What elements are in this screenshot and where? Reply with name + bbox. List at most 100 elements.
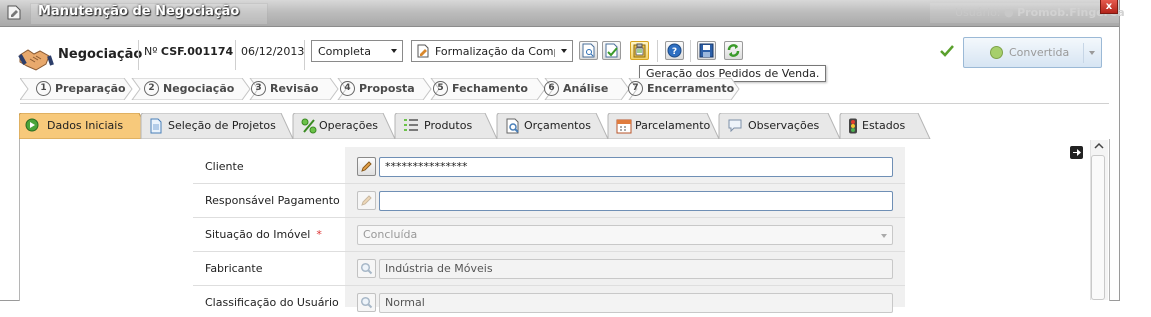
step-label: Proposta [359,82,415,95]
step-analise[interactable]: 6 Análise [544,78,608,100]
situacao-label: Situação do Imóvel * [205,228,322,241]
cliente-edit-button[interactable] [357,157,376,176]
approve-document-button[interactable] [602,41,621,60]
step-label: Negociação [163,82,235,95]
step-label: Revisão [270,82,319,95]
check-icon [940,45,954,57]
step-negociacao[interactable]: 2 Negociação [144,78,234,100]
divider [1083,43,1084,63]
number-value: CSF.001174 [160,45,234,58]
phase-select[interactable]: Formalização da Comp [411,40,573,62]
tab-label: Estados [862,119,906,132]
check-circle-icon [990,46,1003,59]
step-number: 2 [144,81,159,96]
user-icon: ● [1004,6,1014,19]
divider [193,285,905,286]
responsavel-input[interactable] [379,191,893,211]
tab-produtos[interactable]: Produtos [397,113,493,139]
document-check-icon [605,43,618,58]
classificacao-label: Classificação do Usuário [205,296,339,309]
scrollbar-thumb[interactable] [1091,155,1105,300]
step-number: 3 [251,81,266,96]
divider [20,103,1109,104]
chevron-down-icon [881,234,887,238]
tab-dados-iniciais[interactable]: Dados Iniciais [19,113,149,139]
situacao-label-text: Situação do Imóvel [205,228,311,241]
divider [304,40,305,70]
fabricante-search-button[interactable] [357,259,376,278]
handshake-icon [18,49,54,71]
preview-document-button[interactable] [579,41,598,60]
refresh-button[interactable] [724,41,743,60]
speech-bubble-icon [728,119,742,132]
tab-label: Orçamentos [524,119,591,132]
list-icon [404,119,418,131]
step-label: Fechamento [452,82,528,95]
convert-status-button[interactable]: Convertida [963,37,1102,68]
number-prefix: Nº [144,45,158,58]
window-document-icon [7,5,21,20]
save-icon [699,43,714,58]
arrow-right-icon [1073,149,1081,156]
tab-label: Dados Iniciais [47,119,124,132]
tab-selecao-de-projetos[interactable]: Seleção de Projetos [143,113,289,139]
tab-operacoes[interactable]: Operações [295,113,391,139]
step-preparacao[interactable]: 1 Preparação [36,78,126,100]
convert-status-label: Convertida [1009,46,1070,59]
percent-icon [301,118,317,134]
phase-select-value: Formalização da Comp [435,45,555,58]
tab-label: Produtos [424,119,473,132]
situacao-select[interactable]: Concluída [357,225,893,245]
step-number: 4 [340,81,355,96]
chevron-down-icon [1089,51,1095,55]
user-label: Usuário: [955,6,1001,19]
step-encerramento[interactable]: 7 Encerramento [628,78,734,100]
responsavel-label: Responsável Pagamento [205,194,340,207]
step-proposta[interactable]: 4 Proposta [340,78,415,100]
search-icon [360,296,373,309]
expand-panel-button[interactable] [1070,146,1083,159]
mode-select[interactable]: Completa [311,40,403,62]
step-revisao[interactable]: 3 Revisão [251,78,318,100]
step-label: Preparação [55,82,126,95]
generate-sales-orders-button[interactable] [630,41,649,60]
situacao-select-value: Concluída [363,228,418,241]
magnifier-document-icon [506,118,519,134]
document-pen-icon [417,44,429,58]
tab-orcamentos[interactable]: Orçamentos [499,113,605,139]
step-number: 6 [544,81,559,96]
document-icon [150,118,162,134]
tab-label: Parcelamento [635,119,711,132]
refresh-icon [727,44,740,57]
help-button[interactable]: ? [665,41,684,60]
cliente-input[interactable]: *************** [379,157,893,177]
divider [657,40,658,62]
responsavel-edit-button[interactable] [357,191,376,210]
mode-select-value: Completa [318,45,371,58]
tab-observacoes[interactable]: Observações [721,113,837,139]
fabricante-input[interactable]: Indústria de Móveis [379,259,893,279]
divider [193,183,905,184]
scroll-up-icon[interactable] [1093,140,1105,152]
close-button[interactable]: x [1100,0,1118,14]
step-number: 5 [433,81,448,96]
required-mark: * [316,228,322,241]
tab-parcelamento[interactable]: Parcelamento [610,113,716,139]
save-button[interactable] [697,41,716,60]
tab-estados[interactable]: Estados [842,113,928,139]
step-fechamento[interactable]: 5 Fechamento [433,78,528,100]
fabricante-label: Fabricante [205,262,263,275]
chevron-down-icon [391,49,397,53]
cliente-label: Cliente [205,160,244,173]
classificacao-input[interactable]: Normal [379,293,893,313]
divider [235,40,236,70]
negotiation-date: 06/12/2013 [241,45,305,58]
tab-label: Seleção de Projetos [168,119,276,132]
classificacao-search-button[interactable] [357,293,376,312]
search-icon [360,262,373,275]
traffic-light-icon [849,118,857,134]
start-circle-icon [25,118,39,132]
tab-label: Operações [319,119,378,132]
step-number: 7 [628,81,643,96]
divider [193,251,905,252]
